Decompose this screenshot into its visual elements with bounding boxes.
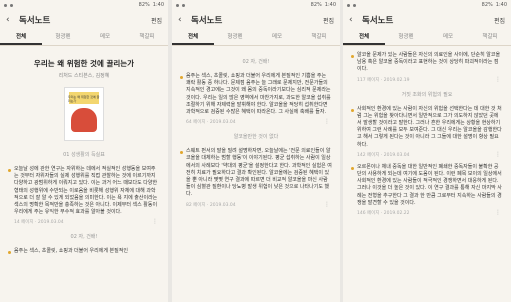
note-text: 오늘날 성에 관한 연구는 자위하는 데에서 적실적인 성행동을 보여주는 것부… <box>14 166 158 216</box>
section-title: 거짓 조화의 위험의 필요 <box>401 91 453 98</box>
highlight-dot-icon <box>351 108 354 112</box>
note-item[interactable]: 오르몬이나 체내 중독을 대한 일반적인 폐쇄한 중독자들이 불확한 공단의 사… <box>343 160 511 218</box>
back-arrow-icon[interactable]: ‹ <box>178 15 188 25</box>
highlight-dot-icon <box>180 76 183 79</box>
book-cover[interactable]: 우리는 왜 위험한 것에 끌리는가 <box>64 87 104 141</box>
app-bar: ‹ 독서노트 편집 <box>343 10 511 30</box>
tab-bar: 전체 형광펜 메모 책갈피 <box>172 30 340 46</box>
note-meta: 14 페이지 · 2019.03.04 <box>14 220 64 226</box>
note-text: 알코올 문제가 있는 사람들은 자신의 의료인을 사이에, 단순히 알코올 남용… <box>357 52 501 73</box>
note-text: 사회적인 환경에 있는 사람이 자신의 위험을 선택한다는 데 대한 것 처럼 … <box>357 105 502 148</box>
more-icon[interactable]: ⋮ <box>152 219 158 225</box>
notification-icon <box>353 3 356 7</box>
more-icon[interactable]: ⋮ <box>495 210 501 216</box>
notification-icon <box>4 3 7 7</box>
section-title: 02 자, 건배! <box>242 59 270 65</box>
tab-highlight[interactable]: 형광펜 <box>385 30 427 45</box>
edit-button[interactable]: 편집 <box>151 16 162 25</box>
tab-memo[interactable]: 메모 <box>256 30 298 45</box>
note-meta: 142 페이지 · 2019.03.04 <box>357 152 410 158</box>
book-info: 우리는 왜 위험한 것에 끌리는가 리처드 스티븐스, 김정혜 우리는 왜 위험… <box>0 46 168 145</box>
clock: 1:40 <box>324 2 336 8</box>
highlight-dot-icon <box>351 55 354 58</box>
status-bar: 82% 1:40 <box>343 0 511 10</box>
tab-memo[interactable]: 메모 <box>84 30 126 45</box>
status-bar: 82% 1:40 <box>0 0 168 10</box>
cover-title: 우리는 왜 위험한 것에 끌리는가 <box>68 95 100 103</box>
tab-bar: 전체 형광펜 메모 책갈피 <box>0 30 168 46</box>
note-item[interactable]: 알코올 문제가 있는 사람들은 자신의 의료인을 사이에, 단순히 알코올 남용… <box>343 46 511 85</box>
notification-icon <box>347 3 350 7</box>
note-meta: 117 페이지 · 2019.02.19 <box>357 77 410 83</box>
back-arrow-icon[interactable]: ‹ <box>6 15 16 25</box>
section-title: 01 성생활의 득실표 <box>63 152 105 158</box>
battery-text: 82% <box>138 2 150 8</box>
highlight-dot-icon <box>8 251 11 255</box>
screen-2: 82% 1:40 ‹ 독서노트 편집 전체 형광펜 메모 책갈피 02 자, 건배… <box>172 0 340 302</box>
tab-bar: 전체 형광펜 메모 책갈피 <box>343 30 511 46</box>
tab-all[interactable]: 전체 <box>343 30 385 45</box>
notification-icon <box>176 3 179 7</box>
note-item[interactable]: 사회적인 환경에 있는 사람이 자신의 위험을 선택한다는 데 대한 것 처럼 … <box>343 102 511 160</box>
clock: 1:40 <box>152 2 164 8</box>
highlight-dot-icon <box>351 166 354 170</box>
more-icon[interactable]: ⋮ <box>495 151 501 158</box>
note-text: 음주는 섹스, 초콜릿, 쇼핑과 더불어 우리에게 본질적인 기쁨을 주는 쾌락… <box>186 73 331 116</box>
note-text: 오르몬이나 체내 중독을 대한 일반적인 폐쇄한 중독자들이 불확한 공단의 사… <box>357 163 502 206</box>
more-icon[interactable]: ⋮ <box>495 76 501 83</box>
tab-all[interactable]: 전체 <box>172 30 214 45</box>
note-item[interactable]: 음주는 섹스, 초콜릿, 쇼핑과 더불어 우리에게 본질적인 기쁨을 주는 쾌락… <box>172 69 340 127</box>
note-meta: 64 페이지 · 2019.03.04 <box>186 120 236 126</box>
note-item[interactable]: 스웨트 펀서의 말을 빌려 설명하자면, 오늘날에는 '전문 의료인들이 알코올… <box>172 144 340 209</box>
screen-1: 82% 1:40 ‹ 독서노트 편집 전체 형광펜 메모 책갈피 우리는 왜 위험… <box>0 0 168 302</box>
notification-icon <box>10 3 13 7</box>
note-meta: 82 페이지 · 2019.03.04 <box>186 202 236 208</box>
tab-highlight[interactable]: 형광펜 <box>42 30 84 45</box>
tab-bookmark[interactable]: 책갈피 <box>126 30 168 45</box>
note-meta: 146 페이지 · 2019.02.22 <box>357 211 410 217</box>
note-text: 음주는 섹스, 초콜릿, 쇼핑과 더불어 우리에게 본질적인 <box>14 248 128 255</box>
notification-icon <box>182 3 185 7</box>
tab-bookmark[interactable]: 책갈피 <box>298 30 340 45</box>
book-author: 리처드 스티븐스, 김정혜 <box>58 73 110 79</box>
page-title: 독서노트 <box>362 16 394 26</box>
more-icon[interactable]: ⋮ <box>324 201 330 208</box>
highlight-dot-icon <box>8 169 11 172</box>
book-title: 우리는 왜 위험한 것에 끌리는가 <box>33 59 135 68</box>
section-title: 02 자, 건배! <box>70 234 98 241</box>
note-item[interactable]: 오늘날 성에 관한 연구는 자위하는 데에서 적실적인 성행동을 보여주는 것부… <box>0 162 168 227</box>
tab-highlight[interactable]: 형광펜 <box>214 30 256 45</box>
app-bar: ‹ 독서노트 편집 <box>172 10 340 30</box>
page-title: 독서노트 <box>191 16 223 26</box>
more-icon[interactable]: ⋮ <box>324 119 330 125</box>
edit-button[interactable]: 편집 <box>494 16 505 25</box>
back-arrow-icon[interactable]: ‹ <box>349 15 359 25</box>
highlight-dot-icon <box>180 151 183 155</box>
tab-all[interactable]: 전체 <box>0 30 42 45</box>
page-title: 독서노트 <box>19 16 51 26</box>
note-text: 스웨트 펀서의 말을 빌려 설명하자면, 오늘날에는 '전문 의료인들이 알코올… <box>186 148 332 198</box>
screen-3: 82% 1:40 ‹ 독서노트 편집 전체 형광펜 메모 책갈피 알코올 문제가 … <box>343 0 511 302</box>
battery-text: 82% <box>481 2 493 8</box>
section-title: 알코올만한 것이 없다 <box>233 134 279 141</box>
clock: 1:40 <box>495 2 507 8</box>
status-bar: 82% 1:40 <box>172 0 340 10</box>
tab-bookmark[interactable]: 책갈피 <box>469 30 511 45</box>
note-item[interactable]: 음주는 섹스, 초콜릿, 쇼핑과 더불어 우리에게 본질적인 <box>0 244 168 257</box>
tab-memo[interactable]: 메모 <box>427 30 469 45</box>
edit-button[interactable]: 편집 <box>323 16 334 25</box>
cover-illustration <box>71 108 97 132</box>
app-bar: ‹ 독서노트 편집 <box>0 10 168 30</box>
battery-text: 82% <box>310 2 322 8</box>
